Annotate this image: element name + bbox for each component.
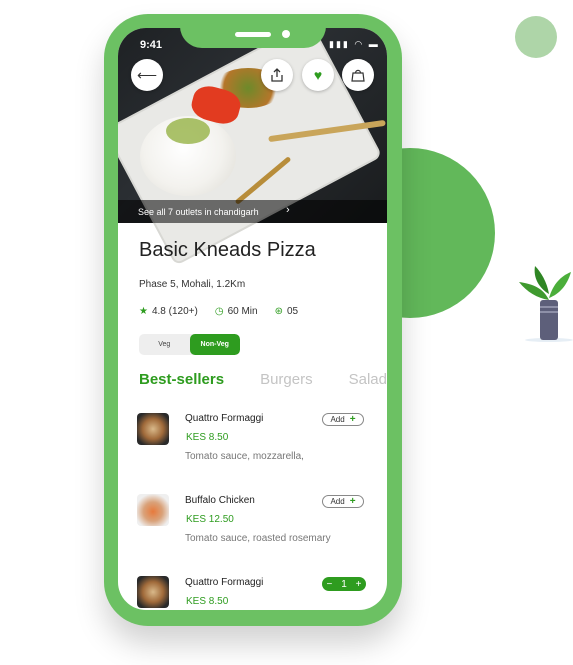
quantity-value: 1 xyxy=(341,578,347,590)
app-screen: 9:41 ▮▮▮ ◠ ▬ ⟵ ♥ See all 7 outlets in ch… xyxy=(118,28,387,610)
restaurant-stats: ★ 4.8 (120+) ◷ 60 Min ⊛ 05 xyxy=(139,306,315,317)
offers-value: 05 xyxy=(286,306,299,317)
plus-icon[interactable]: + xyxy=(356,579,362,590)
item-description: Tomato sauce, mozzarella, xyxy=(185,451,304,462)
plus-icon: + xyxy=(349,414,356,425)
hero-image xyxy=(118,28,387,264)
item-price: KES 8.50 xyxy=(186,596,229,607)
share-icon xyxy=(271,68,283,82)
bag-button[interactable] xyxy=(342,59,374,91)
share-button[interactable] xyxy=(261,59,293,91)
arrow-left-icon: ⟵ xyxy=(136,66,158,83)
wifi-icon: ◠ xyxy=(354,39,365,49)
item-price: KES 12.50 xyxy=(186,514,234,525)
phone-notch xyxy=(180,14,326,48)
offer-icon: ⊛ xyxy=(274,306,283,317)
pesto-shape xyxy=(166,118,210,144)
phone-camera xyxy=(282,30,290,38)
item-name: Quattro Formaggi xyxy=(185,577,264,588)
add-button[interactable]: Add + xyxy=(322,495,364,508)
tab-best-sellers[interactable]: Best-sellers xyxy=(139,371,224,388)
offers-stat: ⊛ 05 xyxy=(275,306,299,317)
phone-speaker xyxy=(235,32,271,37)
clock-icon: ◷ xyxy=(214,306,224,317)
outlets-bar[interactable]: See all 7 outlets in chandigarh › xyxy=(118,200,387,223)
plus-icon: + xyxy=(349,496,356,507)
menu-item[interactable]: Buffalo Chicken KES 12.50 Tomato sauce, … xyxy=(118,492,387,562)
restaurant-address: Phase 5, Mohali, 1.2Km xyxy=(139,279,246,290)
item-name: Quattro Formaggi xyxy=(185,413,264,424)
veg-option[interactable]: Veg xyxy=(139,334,190,355)
item-thumbnail xyxy=(137,413,169,445)
shopping-bag-icon xyxy=(351,69,365,82)
item-name: Buffalo Chicken xyxy=(185,495,255,506)
menu-item[interactable]: Quattro Formaggi KES 8.50 − 1 + xyxy=(118,574,387,610)
back-button[interactable]: ⟵ xyxy=(131,59,163,91)
plant-illustration xyxy=(519,266,573,342)
time-value: 60 Min xyxy=(227,306,258,317)
decorative-circle-small xyxy=(515,16,557,58)
battery-icon: ▬ xyxy=(368,39,380,49)
add-label: Add xyxy=(330,497,345,506)
status-time: 9:41 xyxy=(140,39,163,51)
rating-value: 4.8 (120+) xyxy=(151,306,198,317)
item-price: KES 8.50 xyxy=(186,432,229,443)
tab-salad[interactable]: Salad xyxy=(349,371,387,388)
item-description: Tomato sauce, roasted rosemary xyxy=(185,533,331,544)
outlets-text: See all 7 outlets in chandigarh xyxy=(138,206,259,217)
chevron-right-icon: › xyxy=(286,204,290,216)
nonveg-option[interactable]: Non-Veg xyxy=(189,334,240,355)
add-label: Add xyxy=(330,415,345,424)
restaurant-name: Basic Kneads Pizza xyxy=(139,239,316,261)
status-icons: ▮▮▮ ◠ ▬ xyxy=(329,39,380,50)
veg-toggle[interactable]: Veg Non-Veg xyxy=(139,334,240,355)
star-icon: ★ xyxy=(139,306,148,317)
add-button[interactable]: Add + xyxy=(322,413,364,426)
minus-icon[interactable]: − xyxy=(326,579,332,590)
item-thumbnail xyxy=(137,494,169,526)
tab-burgers[interactable]: Burgers xyxy=(260,371,313,388)
time-stat: ◷ 60 Min xyxy=(215,306,258,317)
menu-item[interactable]: Quattro Formaggi KES 8.50 Tomato sauce, … xyxy=(118,410,387,480)
item-thumbnail xyxy=(137,576,169,608)
signal-icon: ▮▮▮ xyxy=(329,39,350,49)
category-tabs: Best-sellers Burgers Salad xyxy=(139,371,387,388)
heart-icon: ♥ xyxy=(313,67,323,83)
favorite-button[interactable]: ♥ xyxy=(302,59,334,91)
rating-stat: ★ 4.8 (120+) xyxy=(139,306,198,317)
quantity-stepper[interactable]: − 1 + xyxy=(322,577,366,591)
